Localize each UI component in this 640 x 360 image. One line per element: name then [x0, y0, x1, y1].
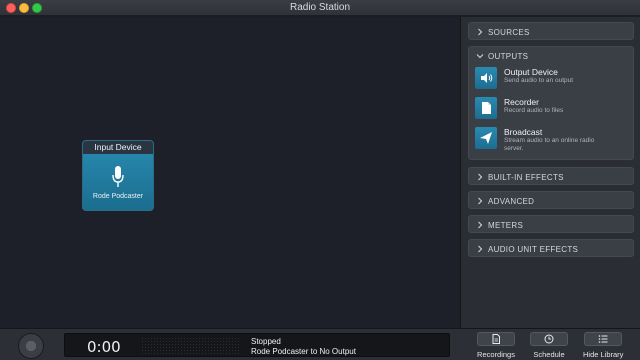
elapsed-time: 0:00 — [87, 338, 121, 356]
output-item-recorder[interactable]: Recorder Record audio to files — [469, 95, 633, 125]
built-in-effects-label: BUILT-IN EFFECTS — [488, 172, 564, 182]
outputs-section[interactable]: OUTPUTS Output Device Send audio to an o… — [468, 46, 634, 160]
transport-bar: 0:00 Stopped Rode Podcaster to No Output… — [0, 328, 640, 360]
document-icon — [492, 334, 500, 344]
library-panel: SOURCES OUTPUTS Output Device Send audio… — [460, 17, 640, 328]
schedule-label: Schedule — [533, 350, 565, 359]
broadcast-name: Broadcast — [504, 127, 543, 137]
output-device-name: Output Device — [504, 67, 558, 77]
clock-icon — [544, 334, 554, 344]
advanced-label: ADVANCED — [488, 196, 535, 206]
audio-unit-effects-header[interactable]: AUDIO UNIT EFFECTS — [469, 240, 633, 258]
routing-canvas[interactable]: Input Device Rode Podcaster — [0, 17, 460, 328]
audio-unit-effects-section[interactable]: AUDIO UNIT EFFECTS — [468, 239, 634, 257]
recordings-label: Recordings — [477, 350, 515, 359]
output-item-broadcast[interactable]: Broadcast Stream audio to an online radi… — [469, 125, 633, 155]
chevron-right-icon — [478, 245, 483, 253]
input-device-node[interactable]: Input Device Rode Podcaster — [82, 140, 154, 211]
level-meter — [141, 337, 241, 354]
status-text: Stopped — [251, 337, 281, 346]
title-bar: Radio Station — [0, 0, 640, 16]
hide-library-button[interactable]: Hide Library — [583, 332, 623, 360]
chevron-right-icon — [478, 28, 483, 36]
chevron-down-icon — [476, 54, 484, 59]
microphone-icon — [112, 166, 124, 187]
meters-label: METERS — [488, 220, 524, 230]
advanced-section[interactable]: ADVANCED — [468, 191, 634, 209]
window-title: Radio Station — [289, 2, 351, 13]
broadcast-desc: Stream audio to an online radio server. — [504, 137, 595, 152]
list-icon — [598, 335, 608, 343]
node-device-label: Rode Podcaster — [92, 193, 144, 200]
recordings-button[interactable]: Recordings — [477, 332, 515, 360]
sources-header[interactable]: SOURCES — [469, 23, 633, 41]
chevron-right-icon — [478, 221, 483, 229]
meters-section[interactable]: METERS — [468, 215, 634, 233]
chevron-right-icon — [478, 173, 483, 181]
recorder-desc: Record audio to files — [504, 107, 564, 114]
output-device-desc: Send audio to an output — [504, 77, 574, 84]
sources-section[interactable]: SOURCES — [468, 22, 634, 40]
node-header: Input Device — [83, 141, 153, 154]
chevron-right-icon — [478, 197, 483, 205]
speaker-icon — [475, 67, 497, 89]
recorder-name: Recorder — [504, 97, 539, 107]
sources-label: SOURCES — [488, 27, 530, 37]
status-display: 0:00 Stopped Rode Podcaster to No Output — [64, 333, 450, 357]
output-item-output-device[interactable]: Output Device Send audio to an output — [469, 65, 633, 95]
meters-header[interactable]: METERS — [469, 216, 633, 234]
built-in-effects-header[interactable]: BUILT-IN EFFECTS — [469, 168, 633, 186]
outputs-label: OUTPUTS — [488, 51, 529, 61]
audio-unit-effects-label: AUDIO UNIT EFFECTS — [488, 244, 579, 254]
route-text: Rode Podcaster to No Output — [251, 347, 356, 356]
advanced-header[interactable]: ADVANCED — [469, 192, 633, 210]
file-icon — [475, 97, 497, 119]
recordings-icon-box[interactable] — [477, 332, 515, 346]
outputs-header[interactable]: OUTPUTS — [469, 47, 633, 65]
schedule-button[interactable]: Schedule — [530, 332, 568, 360]
hide-library-label: Hide Library — [583, 350, 624, 359]
schedule-icon-box[interactable] — [530, 332, 568, 346]
send-icon — [475, 127, 497, 149]
record-button[interactable] — [18, 333, 44, 359]
built-in-effects-section[interactable]: BUILT-IN EFFECTS — [468, 167, 634, 185]
node-body: Rode Podcaster — [83, 154, 153, 210]
hide-library-icon-box[interactable] — [584, 332, 623, 346]
